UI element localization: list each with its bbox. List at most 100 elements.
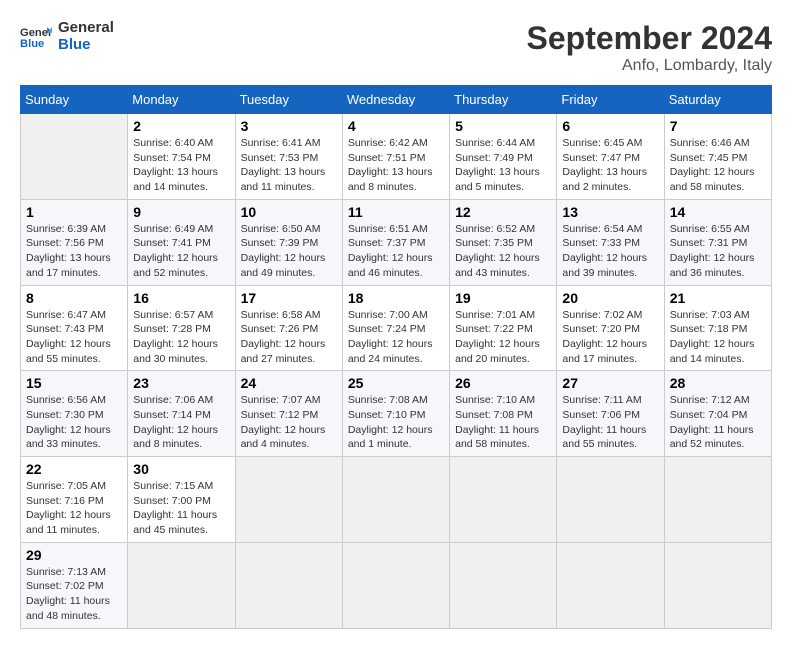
table-row: 14 Sunrise: 6:55 AMSunset: 7:31 PMDayligh… [664, 199, 771, 285]
table-row [128, 542, 235, 628]
cell-info: Sunrise: 7:06 AMSunset: 7:14 PMDaylight:… [133, 393, 229, 452]
day-number: 24 [241, 375, 337, 391]
table-row [342, 542, 449, 628]
cell-info: Sunrise: 6:44 AMSunset: 7:49 PMDaylight:… [455, 136, 551, 195]
table-row: 27 Sunrise: 7:11 AMSunset: 7:06 PMDayligh… [557, 371, 664, 457]
cell-info: Sunrise: 6:55 AMSunset: 7:31 PMDaylight:… [670, 222, 766, 281]
logo-text-general: General [58, 20, 114, 37]
col-saturday: Saturday [664, 86, 771, 114]
cell-info: Sunrise: 7:10 AMSunset: 7:08 PMDaylight:… [455, 393, 551, 452]
table-row: 6Sunrise: 6:45 AMSunset: 7:47 PMDaylight… [557, 114, 664, 200]
table-row: 16Sunrise: 6:57 AMSunset: 7:28 PMDayligh… [128, 285, 235, 371]
table-row: 30 Sunrise: 7:15 AMSunset: 7:00 PMDayligh… [128, 457, 235, 543]
cell-info: Sunrise: 7:15 AMSunset: 7:00 PMDaylight:… [133, 479, 229, 538]
cell-info: Sunrise: 6:58 AMSunset: 7:26 PMDaylight:… [241, 308, 337, 367]
table-row [21, 114, 128, 200]
day-number: 22 [26, 461, 122, 477]
day-number: 23 [133, 375, 229, 391]
day-number: 14 [670, 204, 766, 220]
title-section: September 2024 Anfo, Lombardy, Italy [527, 20, 772, 75]
calendar-week-4: 15 Sunrise: 6:56 AMSunset: 7:30 PMDayligh… [21, 371, 772, 457]
table-row: 18 Sunrise: 7:00 AMSunset: 7:24 PMDayligh… [342, 285, 449, 371]
location-title: Anfo, Lombardy, Italy [527, 57, 772, 75]
col-monday: Monday [128, 86, 235, 114]
calendar-week-1: 2 Sunrise: 6:40 AMSunset: 7:54 PMDaylight… [21, 114, 772, 200]
day-number: 17 [241, 290, 337, 306]
table-row: 21Sunrise: 7:03 AMSunset: 7:18 PMDayligh… [664, 285, 771, 371]
cell-info: Sunrise: 6:50 AMSunset: 7:39 PMDaylight:… [241, 222, 337, 281]
cell-info: Sunrise: 6:45 AMSunset: 7:47 PMDaylight:… [562, 136, 658, 195]
table-row: 22 Sunrise: 7:05 AMSunset: 7:16 PMDayligh… [21, 457, 128, 543]
table-row: 20Sunrise: 7:02 AMSunset: 7:20 PMDayligh… [557, 285, 664, 371]
day-number: 28 [670, 375, 766, 391]
day-number: 30 [133, 461, 229, 477]
table-row: 2 Sunrise: 6:40 AMSunset: 7:54 PMDaylight… [128, 114, 235, 200]
table-row: 7 Sunrise: 6:46 AMSunset: 7:45 PMDaylight… [664, 114, 771, 200]
table-row [557, 457, 664, 543]
cell-info: Sunrise: 7:12 AMSunset: 7:04 PMDaylight:… [670, 393, 766, 452]
table-row: 25Sunrise: 7:08 AMSunset: 7:10 PMDayligh… [342, 371, 449, 457]
day-number: 29 [26, 547, 122, 563]
table-row: 1Sunrise: 6:39 AMSunset: 7:56 PMDaylight… [21, 199, 128, 285]
cell-info: Sunrise: 6:42 AMSunset: 7:51 PMDaylight:… [348, 136, 444, 195]
table-row [664, 457, 771, 543]
calendar-table: Sunday Monday Tuesday Wednesday Thursday… [20, 85, 772, 629]
table-row: 29 Sunrise: 7:13 AMSunset: 7:02 PMDayligh… [21, 542, 128, 628]
day-number: 2 [133, 118, 229, 134]
day-number: 10 [241, 204, 337, 220]
cell-info: Sunrise: 6:40 AMSunset: 7:54 PMDaylight:… [133, 136, 229, 195]
cell-info: Sunrise: 6:41 AMSunset: 7:53 PMDaylight:… [241, 136, 337, 195]
table-row [557, 542, 664, 628]
day-number: 7 [670, 118, 766, 134]
cell-info: Sunrise: 6:47 AMSunset: 7:43 PMDaylight:… [26, 308, 122, 367]
day-number: 9 [133, 204, 229, 220]
table-row [450, 542, 557, 628]
cell-info: Sunrise: 6:49 AMSunset: 7:41 PMDaylight:… [133, 222, 229, 281]
table-row: 15 Sunrise: 6:56 AMSunset: 7:30 PMDayligh… [21, 371, 128, 457]
day-number: 26 [455, 375, 551, 391]
cell-info: Sunrise: 6:39 AMSunset: 7:56 PMDaylight:… [26, 222, 122, 281]
day-number: 27 [562, 375, 658, 391]
calendar-week-2: 1Sunrise: 6:39 AMSunset: 7:56 PMDaylight… [21, 199, 772, 285]
calendar-week-3: 8Sunrise: 6:47 AMSunset: 7:43 PMDaylight… [21, 285, 772, 371]
cell-info: Sunrise: 6:51 AMSunset: 7:37 PMDaylight:… [348, 222, 444, 281]
day-number: 11 [348, 204, 444, 220]
day-number: 19 [455, 290, 551, 306]
table-row [235, 542, 342, 628]
page-header: General Blue General Blue September 2024… [20, 20, 772, 75]
logo-text-blue: Blue [58, 37, 114, 54]
cell-info: Sunrise: 6:56 AMSunset: 7:30 PMDaylight:… [26, 393, 122, 452]
table-row: 23 Sunrise: 7:06 AMSunset: 7:14 PMDayligh… [128, 371, 235, 457]
col-wednesday: Wednesday [342, 86, 449, 114]
table-row: 26 Sunrise: 7:10 AMSunset: 7:08 PMDayligh… [450, 371, 557, 457]
cell-info: Sunrise: 7:00 AMSunset: 7:24 PMDaylight:… [348, 308, 444, 367]
table-row: 13Sunrise: 6:54 AMSunset: 7:33 PMDayligh… [557, 199, 664, 285]
table-row: 4Sunrise: 6:42 AMSunset: 7:51 PMDaylight… [342, 114, 449, 200]
day-number: 20 [562, 290, 658, 306]
day-number: 18 [348, 290, 444, 306]
calendar-week-6: 29 Sunrise: 7:13 AMSunset: 7:02 PMDayligh… [21, 542, 772, 628]
cell-info: Sunrise: 7:13 AMSunset: 7:02 PMDaylight:… [26, 565, 122, 624]
table-row: 12Sunrise: 6:52 AMSunset: 7:35 PMDayligh… [450, 199, 557, 285]
cell-info: Sunrise: 7:07 AMSunset: 7:12 PMDaylight:… [241, 393, 337, 452]
logo-icon: General Blue [20, 23, 52, 51]
table-row: 10 Sunrise: 6:50 AMSunset: 7:39 PMDayligh… [235, 199, 342, 285]
cell-info: Sunrise: 7:01 AMSunset: 7:22 PMDaylight:… [455, 308, 551, 367]
table-row: 3 Sunrise: 6:41 AMSunset: 7:53 PMDaylight… [235, 114, 342, 200]
cell-info: Sunrise: 7:05 AMSunset: 7:16 PMDaylight:… [26, 479, 122, 538]
table-row: 24 Sunrise: 7:07 AMSunset: 7:12 PMDayligh… [235, 371, 342, 457]
cell-info: Sunrise: 7:08 AMSunset: 7:10 PMDaylight:… [348, 393, 444, 452]
table-row: 17 Sunrise: 6:58 AMSunset: 7:26 PMDayligh… [235, 285, 342, 371]
table-row: 19 Sunrise: 7:01 AMSunset: 7:22 PMDayligh… [450, 285, 557, 371]
cell-info: Sunrise: 6:52 AMSunset: 7:35 PMDaylight:… [455, 222, 551, 281]
day-number: 3 [241, 118, 337, 134]
calendar-week-5: 22 Sunrise: 7:05 AMSunset: 7:16 PMDayligh… [21, 457, 772, 543]
day-number: 15 [26, 375, 122, 391]
cell-info: Sunrise: 6:46 AMSunset: 7:45 PMDaylight:… [670, 136, 766, 195]
col-friday: Friday [557, 86, 664, 114]
table-row: 9 Sunrise: 6:49 AMSunset: 7:41 PMDaylight… [128, 199, 235, 285]
logo: General Blue General Blue [20, 20, 114, 53]
table-row: 28 Sunrise: 7:12 AMSunset: 7:04 PMDayligh… [664, 371, 771, 457]
table-row: 11 Sunrise: 6:51 AMSunset: 7:37 PMDayligh… [342, 199, 449, 285]
cell-info: Sunrise: 7:11 AMSunset: 7:06 PMDaylight:… [562, 393, 658, 452]
